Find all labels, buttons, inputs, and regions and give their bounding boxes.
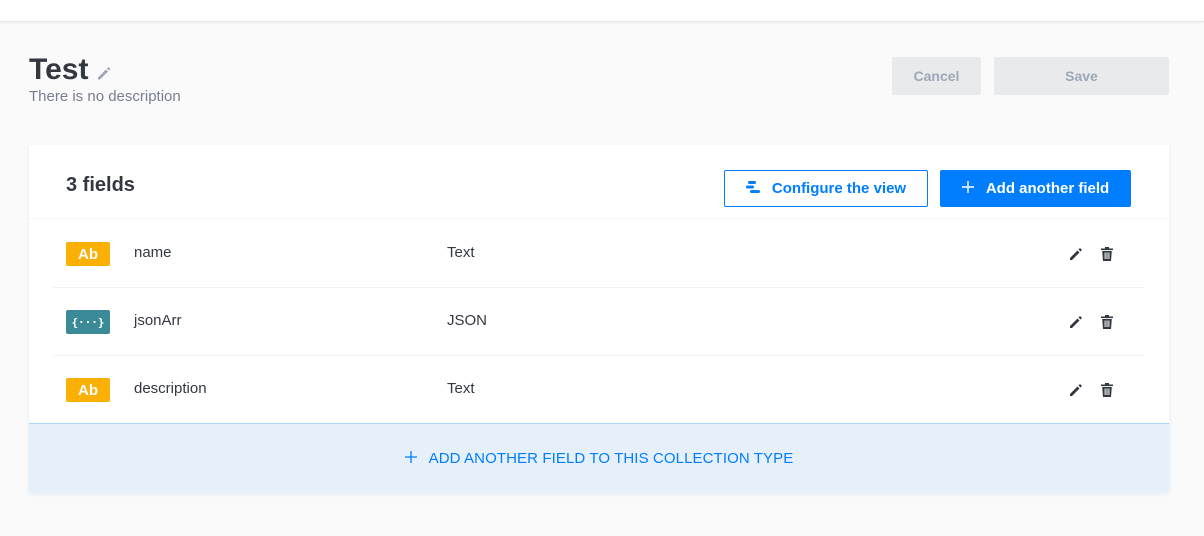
cancel-button[interactable]: Cancel: [892, 57, 981, 95]
page-description: There is no description: [29, 88, 181, 105]
plus-icon: [404, 450, 417, 467]
field-name: description: [134, 380, 207, 397]
field-row[interactable]: {···} jsonArr JSON: [53, 288, 1145, 356]
card-header: 3 fields Configure the view Add another …: [29, 145, 1169, 219]
fields-card: 3 fields Configure the view Add another …: [29, 145, 1169, 492]
trash-icon[interactable]: [1101, 247, 1113, 261]
text-type-badge: Ab: [66, 378, 110, 402]
plus-icon: [961, 180, 974, 197]
top-bar: [0, 0, 1204, 22]
pencil-icon[interactable]: [1069, 383, 1083, 397]
save-button[interactable]: Save: [994, 57, 1169, 95]
field-type: Text: [447, 244, 475, 261]
page-title: Test: [29, 53, 89, 86]
add-field-footer-button[interactable]: ADD ANOTHER FIELD TO THIS COLLECTION TYP…: [29, 423, 1169, 492]
field-type: JSON: [447, 312, 488, 329]
field-row[interactable]: Ab description Text: [53, 356, 1145, 424]
json-type-badge: {···}: [66, 310, 110, 334]
title-row: Test: [29, 52, 181, 88]
field-row[interactable]: Ab name Text: [53, 220, 1145, 288]
fields-count: 3 fields: [66, 174, 135, 196]
add-field-button[interactable]: Add another field: [940, 170, 1131, 207]
field-type: Text: [447, 380, 475, 397]
add-field-footer-label: ADD ANOTHER FIELD TO THIS COLLECTION TYP…: [428, 449, 794, 467]
fields-list: Ab name Text {···} jsonArr JSON Ab descr…: [29, 220, 1169, 424]
list-settings-icon: [745, 180, 760, 198]
text-type-badge: Ab: [66, 242, 110, 266]
add-field-label: Add another field: [985, 180, 1110, 197]
page-header: Test There is no description: [29, 52, 181, 106]
pencil-icon[interactable]: [96, 65, 112, 81]
field-name: name: [134, 244, 172, 261]
field-name: jsonArr: [134, 312, 182, 329]
configure-view-button[interactable]: Configure the view: [724, 170, 928, 207]
configure-view-label: Configure the view: [771, 180, 907, 197]
trash-icon[interactable]: [1101, 383, 1113, 397]
pencil-icon[interactable]: [1069, 247, 1083, 261]
trash-icon[interactable]: [1101, 315, 1113, 329]
pencil-icon[interactable]: [1069, 315, 1083, 329]
